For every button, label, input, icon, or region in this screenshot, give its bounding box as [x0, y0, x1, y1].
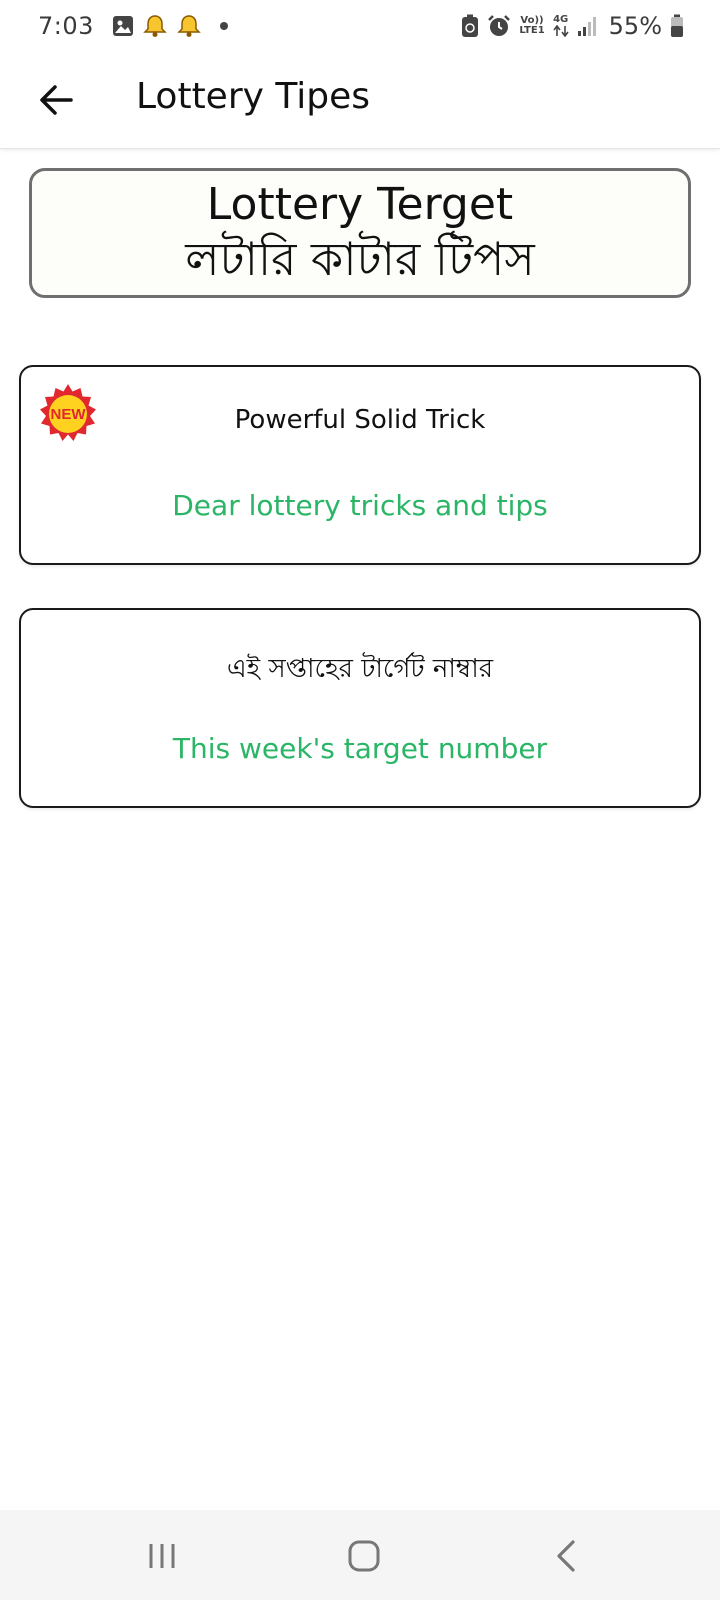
battery-saver-icon	[461, 14, 479, 38]
arrow-left-icon	[40, 85, 73, 115]
network-4g-icon: 4G	[553, 15, 569, 37]
page-title: Lottery Tipes	[136, 76, 371, 117]
battery-percentage: 55%	[608, 12, 662, 40]
alarm-icon	[487, 14, 511, 38]
bell-icon	[176, 13, 202, 39]
home-button[interactable]	[334, 1530, 394, 1582]
card-weekly-target-number[interactable]: এই সপ্তাহের টার্গেট নাম্বার This week's …	[19, 608, 701, 808]
notification-dot-icon	[219, 22, 228, 30]
image-icon	[112, 15, 134, 37]
recent-apps-icon	[149, 1544, 175, 1568]
status-bar-right: Vo)) LTE1 4G 55%	[461, 12, 684, 40]
system-navigation-bar	[0, 1510, 720, 1600]
header-subtitle: লটারি কাটার টিপস	[185, 232, 535, 286]
card-subtitle: Dear lottery tricks and tips	[172, 489, 548, 522]
status-bar: 7:03 Vo)) LTE1 4G 55%	[0, 0, 720, 52]
header-banner: Lottery Terget লটারি কাটার টিপস	[29, 168, 691, 298]
battery-icon	[670, 14, 684, 38]
bell-icon	[142, 13, 168, 39]
app-bar: Lottery Tipes	[0, 52, 720, 149]
system-back-button[interactable]	[536, 1530, 596, 1582]
signal-icon	[577, 15, 599, 37]
card-title: এই সপ্তাহের টার্গেট নাম্বার	[226, 654, 494, 684]
card-title: Powerful Solid Trick	[234, 405, 486, 435]
home-icon	[348, 1540, 380, 1572]
card-subtitle: This week's target number	[172, 732, 548, 765]
volte-icon: Vo)) LTE1	[519, 15, 545, 36]
status-bar-left: 7:03	[38, 12, 228, 40]
header-title: Lottery Terget	[206, 179, 514, 230]
status-time: 7:03	[38, 12, 94, 40]
recent-apps-button[interactable]	[132, 1530, 192, 1582]
back-button[interactable]	[30, 74, 82, 126]
card-powerful-solid-trick[interactable]: NEW Powerful Solid Trick Dear lottery tr…	[19, 365, 701, 565]
chevron-left-icon	[557, 1540, 575, 1572]
